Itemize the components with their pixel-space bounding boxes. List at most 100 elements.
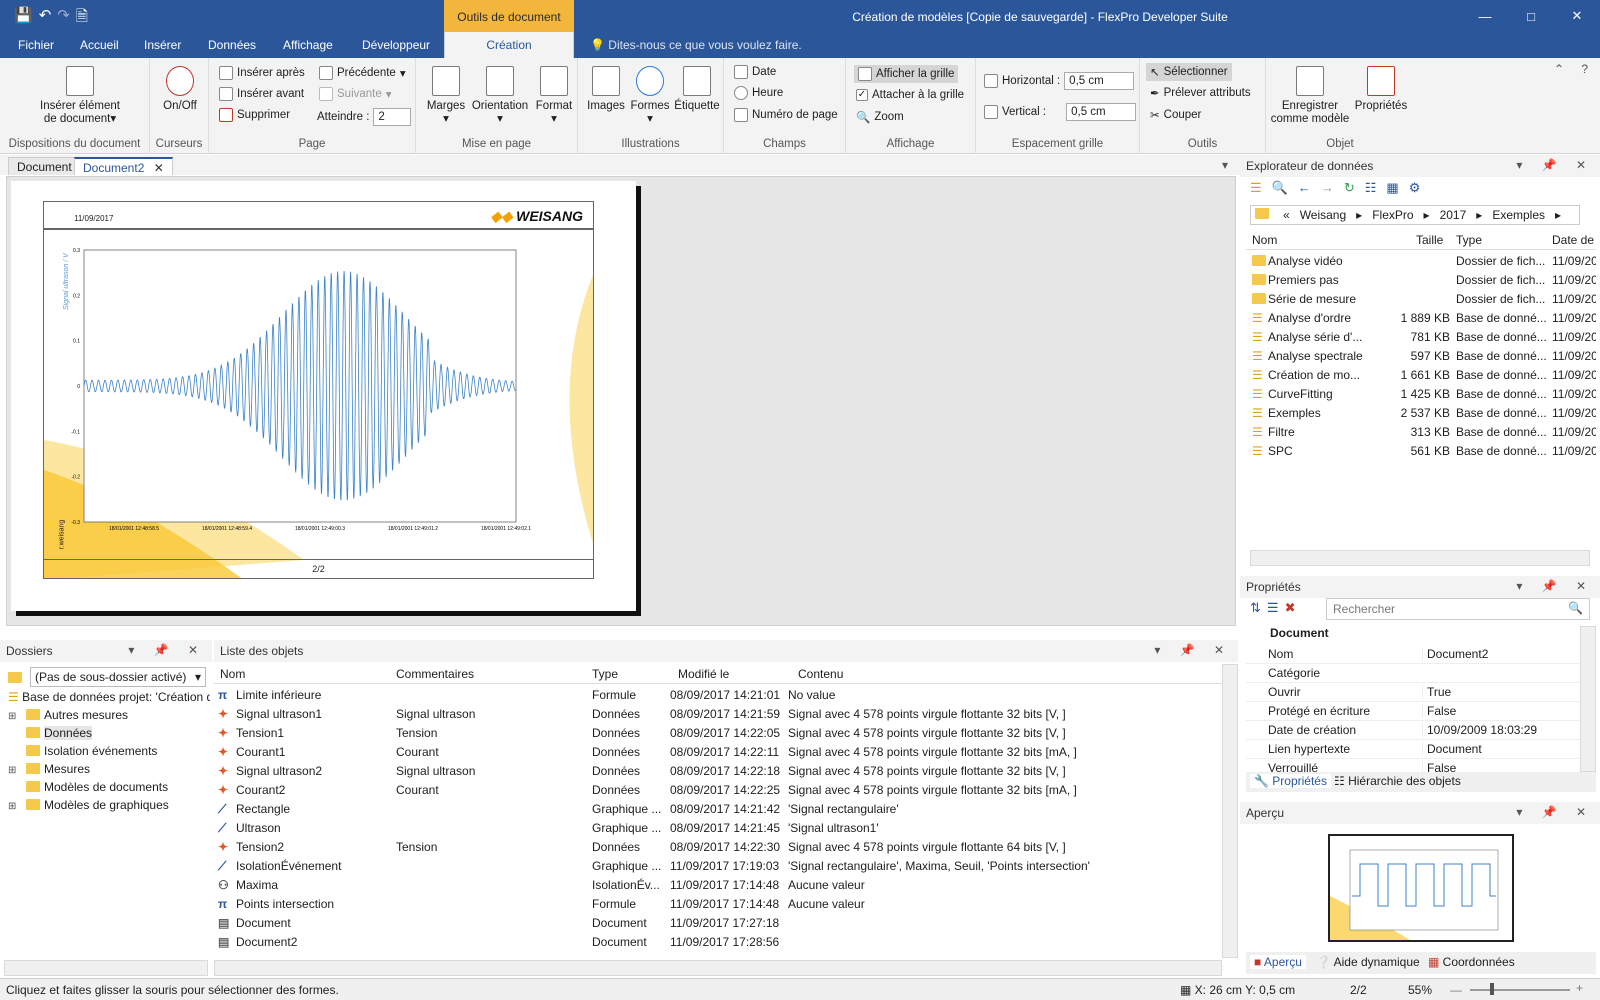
tab-apercu[interactable]: ■ Aperçu: [1250, 955, 1306, 969]
column-header-contenu[interactable]: Contenu: [798, 667, 843, 681]
property-row[interactable]: Nom Document2: [1246, 645, 1580, 664]
heure-field-button[interactable]: Heure: [734, 86, 783, 100]
list-item[interactable]: ☰ SPC 561 KB Base de donné... 11/09/20: [1246, 442, 1596, 461]
sort-az-icon[interactable]: ⇅: [1250, 600, 1261, 620]
column-header-type[interactable]: Type: [592, 667, 618, 681]
zoom-in-icon[interactable]: +: [1576, 981, 1583, 995]
horizontal-input[interactable]: 0,5 cm: [1064, 72, 1135, 90]
tree-item[interactable]: ⊞ Mesures: [8, 762, 90, 776]
close-icon[interactable]: ✕: [1554, 0, 1600, 32]
table-row[interactable]: ✦ Tension2 Tension Données 08/09/2017 14:22:…: [214, 838, 1224, 857]
refresh-icon[interactable]: ↻: [1344, 180, 1355, 200]
list-item[interactable]: Premiers pas Dossier de fich... 11/09/20: [1246, 271, 1596, 290]
table-row[interactable]: ⚇ Maxima IsolationÉv... 11/09/2017 17:14:48…: [214, 876, 1224, 895]
table-row[interactable]: ✦ Courant1 Courant Données 08/09/2017 14:22:…: [214, 743, 1224, 762]
tree-item[interactable]: Isolation événements: [8, 744, 157, 758]
panel-controls[interactable]: ▾ 📌 ✕: [1154, 643, 1232, 657]
minimize-icon[interactable]: —: [1462, 0, 1508, 32]
tab-list-icon[interactable]: ▾: [1222, 158, 1228, 172]
orientation-button[interactable]: Orientation ▾: [468, 66, 532, 126]
property-value[interactable]: Document2: [1422, 647, 1488, 661]
tab-proprietes[interactable]: 🔧 Propriétés: [1250, 774, 1331, 788]
reset-icon[interactable]: ✖: [1285, 600, 1296, 620]
new-document-icon[interactable]: 🗎: [76, 6, 88, 31]
table-row[interactable]: π Points intersection Formule 11/09/2017 17…: [214, 895, 1224, 914]
tab-document[interactable]: Document: [8, 157, 81, 175]
expand-icon[interactable]: ⊞: [8, 765, 22, 776]
close-tab-icon[interactable]: ✕: [154, 161, 164, 175]
list-item[interactable]: Analyse vidéo Dossier de fich... 11/09/20: [1246, 252, 1596, 271]
property-value[interactable]: False: [1422, 704, 1456, 718]
tree-root[interactable]: ☰ Base de données projet: 'Création d: [8, 690, 210, 704]
column-header-type[interactable]: Type: [1456, 233, 1482, 247]
column-header-date[interactable]: Date de: [1552, 233, 1594, 247]
signal-graph[interactable]: 0.3 0.2 0.1 0 -0.1 -0.2 -0.3 18/01/2001 12:48:…: [44, 230, 594, 579]
list-item[interactable]: Série de mesure Dossier de fich... 11/09/2…: [1246, 290, 1596, 309]
document-page[interactable]: 11/09/2017 ◆◆ WEISANG 0.3 0.2 0.1 0 -0.1 -0.2…: [11, 181, 636, 611]
precedente-button[interactable]: Précédente ▾: [319, 66, 406, 80]
tree-item[interactable]: ⊞ Autres mesures: [8, 708, 128, 722]
save-icon[interactable]: 💾: [14, 6, 33, 31]
zoom-slider[interactable]: [1470, 989, 1570, 991]
redo-icon[interactable]: ↷: [57, 6, 70, 31]
list-item[interactable]: ☰ Création de mo... 1 661 KB Base de donné.…: [1246, 366, 1596, 385]
couper-button[interactable]: ✂ Couper: [1150, 108, 1201, 122]
list-item[interactable]: ☰ Exemples 2 537 KB Base de donné... 11/09/2…: [1246, 404, 1596, 423]
property-value[interactable]: 10/09/2009 18:03:29: [1422, 723, 1537, 737]
tab-hierarchie[interactable]: ☷ Hiérarchie des objets: [1334, 774, 1461, 788]
tab-inserer[interactable]: Insérer: [144, 38, 181, 52]
preview-thumbnail[interactable]: [1328, 834, 1514, 942]
table-row[interactable]: ⟋ Ultrason Graphique ... 08/09/2017 14:21:4…: [214, 819, 1224, 838]
subfolder-combo[interactable]: (Pas de sous-dossier activé) ▾: [30, 667, 206, 687]
breadcrumb-item[interactable]: 2017: [1440, 208, 1467, 222]
supprimer-button[interactable]: Supprimer: [219, 108, 290, 122]
vertical-input[interactable]: 0,5 cm: [1066, 103, 1137, 121]
explorer-breadcrumb[interactable]: « Weisang ▸ FlexPro ▸ 2017 ▸ Exemples ▸: [1250, 205, 1580, 225]
tab-developpeur[interactable]: Développeur: [362, 38, 430, 52]
document-canvas[interactable]: 11/09/2017 ◆◆ WEISANG 0.3 0.2 0.1 0 -0.1 -0.2…: [6, 176, 1236, 626]
page-graph-frame[interactable]: 0.3 0.2 0.1 0 -0.1 -0.2 -0.3 18/01/2001 12:48:…: [43, 229, 594, 579]
property-row[interactable]: Protégé en écriture False: [1246, 702, 1580, 721]
property-value[interactable]: False: [1422, 761, 1456, 772]
zoom-button[interactable]: 🔍 Zoom: [856, 110, 904, 124]
zoom-slider-thumb[interactable]: [1490, 983, 1494, 995]
atteindre-input[interactable]: 2: [373, 108, 412, 126]
gear-icon[interactable]: ⚙: [1409, 180, 1421, 200]
properties-search[interactable]: Rechercher 🔍: [1326, 598, 1590, 620]
property-row[interactable]: Date de création 10/09/2009 18:03:29: [1246, 721, 1580, 740]
tell-me-search[interactable]: 💡 Dites-nous ce que vous voulez faire.: [590, 38, 802, 52]
tree-item[interactable]: ⊞ Modèles de graphiques: [8, 798, 169, 812]
table-row[interactable]: ✦ Signal ultrason1 Signal ultrason Données 0…: [214, 705, 1224, 724]
list-item[interactable]: ☰ Filtre 313 KB Base de donné... 11/09/20: [1246, 423, 1596, 442]
panel-controls[interactable]: ▾ 📌 ✕: [1516, 805, 1594, 819]
forward-icon[interactable]: →: [1321, 180, 1334, 200]
undo-icon[interactable]: ↶: [39, 6, 52, 31]
page-header[interactable]: 11/09/2017 ◆◆ WEISANG: [43, 201, 594, 229]
breadcrumb-item[interactable]: Exemples: [1492, 208, 1545, 222]
proprietes-button[interactable]: Propriétés: [1352, 66, 1410, 113]
column-header-nom[interactable]: Nom: [1252, 233, 1277, 247]
tab-affichage[interactable]: Affichage: [283, 38, 333, 52]
attacher-grille-checkbox[interactable]: ✓ Attacher à la grille: [856, 89, 964, 101]
date-field-button[interactable]: Date: [734, 65, 776, 79]
panel-controls[interactable]: ▾ 📌 ✕: [1516, 158, 1594, 172]
list-item[interactable]: ☰ Analyse spectrale 597 KB Base de donné...…: [1246, 347, 1596, 366]
back-icon[interactable]: ←: [1298, 180, 1311, 200]
tab-coordonnees[interactable]: ▦ Coordonnées: [1428, 955, 1515, 969]
column-header-modifie[interactable]: Modifié le: [678, 667, 729, 681]
expand-icon[interactable]: ⊞: [8, 711, 22, 722]
objects-vscroll[interactable]: [1222, 664, 1238, 958]
list-item[interactable]: ☰ Analyse d'ordre 1 889 KB Base de donné...…: [1246, 309, 1596, 328]
atteindre-field[interactable]: Atteindre :2: [317, 108, 412, 126]
table-row[interactable]: ⟋ Rectangle Graphique ... 08/09/2017 14:21:…: [214, 800, 1224, 819]
marges-button[interactable]: Marges ▾: [424, 66, 468, 126]
inserer-avant-button[interactable]: Insérer avant: [219, 87, 304, 101]
tab-accueil[interactable]: Accueil: [80, 38, 119, 52]
maximize-icon[interactable]: □: [1508, 0, 1554, 32]
expand-icon[interactable]: ⊞: [8, 801, 22, 812]
panel-controls[interactable]: ▾ 📌 ✕: [1516, 579, 1594, 593]
tab-aide-dynamique[interactable]: ❔ Aide dynamique: [1316, 955, 1420, 969]
table-icon[interactable]: ▦: [1386, 180, 1398, 200]
table-row[interactable]: ✦ Signal ultrason2 Signal ultrason Données 0…: [214, 762, 1224, 781]
tab-fichier[interactable]: Fichier: [18, 38, 54, 52]
